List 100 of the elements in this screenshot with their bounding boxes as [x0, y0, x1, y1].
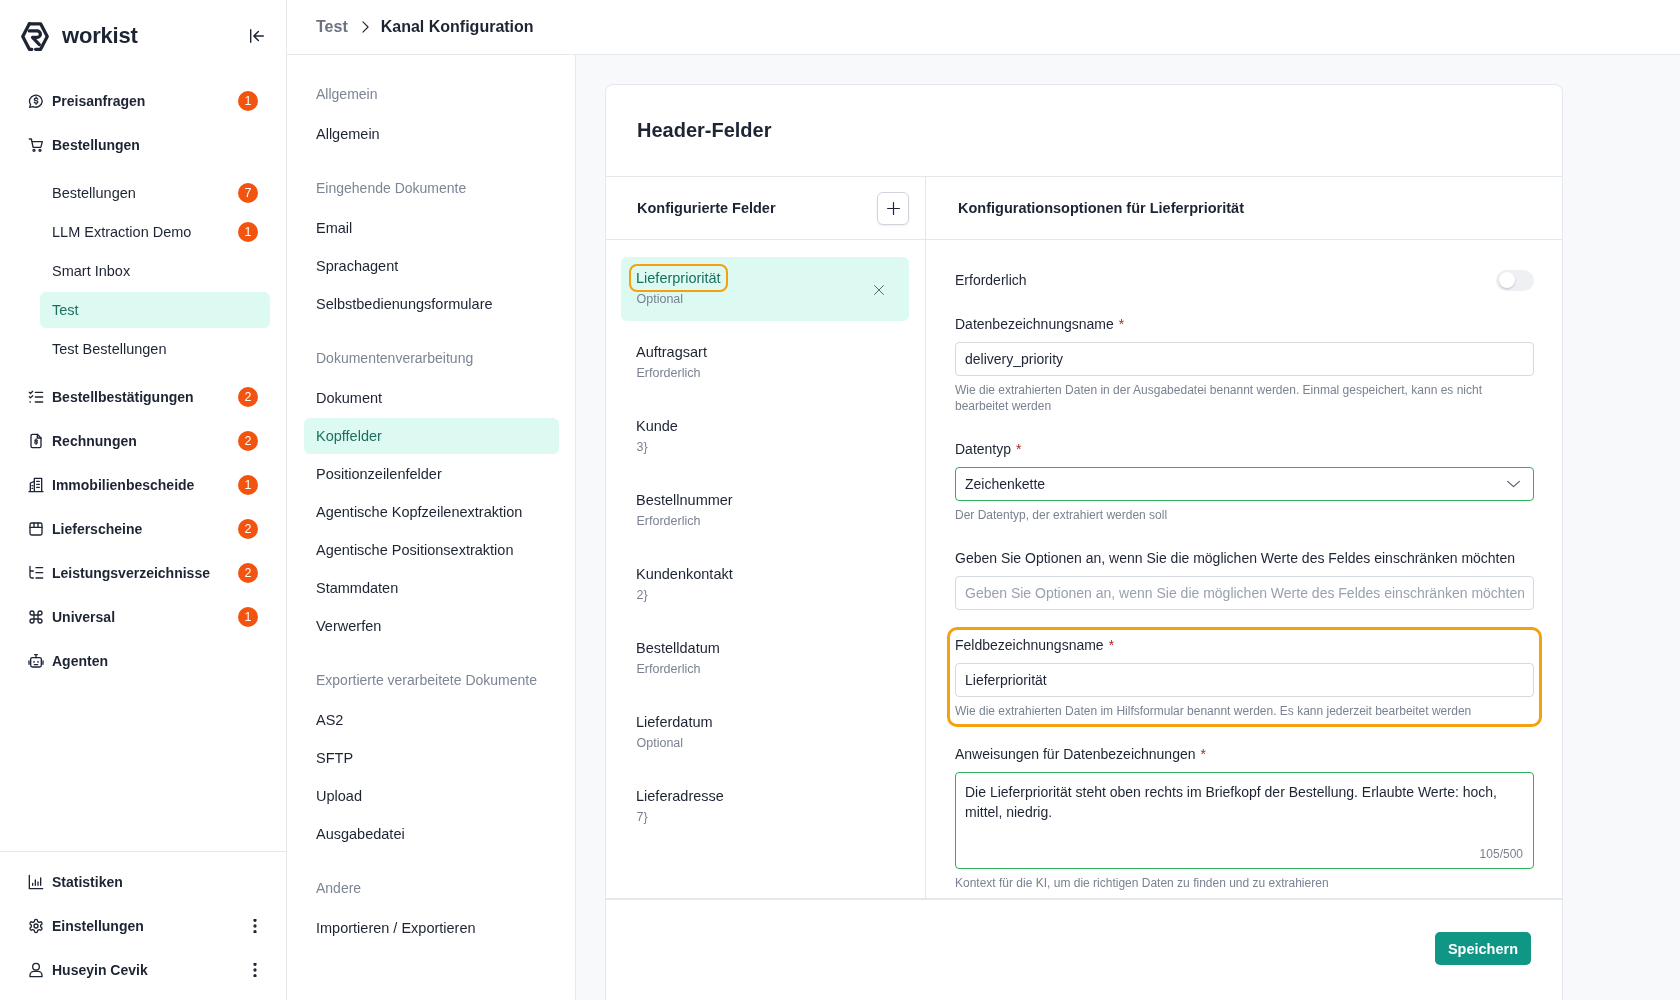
count-badge: 2	[238, 563, 258, 583]
section-heading: Allgemein	[315, 85, 379, 104]
toggle-switch[interactable]	[1496, 269, 1534, 291]
package-icon	[28, 521, 44, 537]
required-asterisk: *	[1200, 745, 1206, 764]
sidebar-subitem[interactable]: LLM Extraction Demo 1	[40, 214, 270, 250]
sidebar-item[interactable]: Rechnungen 2	[24, 419, 270, 463]
field-list-item[interactable]: Kunde 3}	[621, 405, 909, 469]
field-list-item[interactable]: Bestellnummer Erforderlich	[621, 479, 909, 543]
command-key-icon	[28, 609, 44, 625]
text-field[interactable]: Geben Sie Optionen an, wenn Sie die möglichen Werte des Feldes einschränken möchten	[955, 576, 1534, 610]
textarea-field[interactable]: Die Lieferpriorität steht oben rechts im Briefkopf der Bestellung. Erlaubte Werte: hoch, mittel, niedrig. 105/500	[955, 772, 1534, 869]
settings-nav-item[interactable]: Verwerfen	[304, 608, 559, 644]
count-badge: 2	[238, 519, 258, 539]
count-badge: 7	[238, 183, 258, 203]
brand-name: workist	[62, 23, 138, 49]
save-button[interactable]: Speichern	[1434, 932, 1531, 965]
plus-icon	[886, 201, 900, 215]
breadcrumb-current: Kanal Konfiguration	[380, 18, 534, 36]
field-list-item[interactable]: Lieferadresse 7}	[621, 775, 909, 839]
close-icon[interactable]	[874, 285, 884, 295]
help-text: Der Datentyp, der extrahiert werden soll	[955, 507, 1169, 523]
character-counter: 105/500	[1479, 846, 1523, 862]
sidebar-subitem[interactable]: Test	[40, 292, 270, 328]
field-status: 7}	[636, 809, 648, 825]
field-status: 3}	[636, 439, 648, 455]
settings-nav-item[interactable]: Ausgabedatei	[304, 816, 559, 852]
field-status: Optional	[636, 735, 684, 751]
settings-nav-item[interactable]: Agentische Kopfzeilenextraktion	[304, 494, 559, 530]
required-asterisk: *	[1108, 636, 1115, 655]
document-dollar-icon	[28, 433, 44, 449]
settings-nav-item[interactable]: Stammdaten	[304, 570, 559, 606]
field-name: Bestelldatum	[635, 639, 721, 658]
sidebar-item[interactable]: Bestellbestätigungen 2	[24, 375, 270, 419]
settings-nav-item[interactable]: Allgemein	[304, 116, 559, 152]
breadcrumb-link[interactable]: Test	[316, 18, 348, 36]
field-label: Anweisungen für Datenbezeichnungen	[955, 745, 1196, 764]
settings-nav-item[interactable]: Dokument	[304, 380, 559, 416]
field-status: Erforderlich	[636, 661, 701, 677]
collapse-sidebar-icon[interactable]	[250, 29, 264, 43]
add-field-button[interactable]	[877, 191, 909, 225]
field-name: Lieferpriorität	[629, 264, 728, 292]
settings-nav-item[interactable]: Upload	[304, 778, 559, 814]
sidebar-item[interactable]: Einstellungen	[24, 904, 253, 948]
sidebar-subitem[interactable]: Bestellungen 7	[40, 175, 270, 211]
panel-title: Konfigurationsoptionen für Lieferpriorität	[958, 200, 1244, 216]
field-label: Erforderlich	[955, 271, 1027, 290]
kebab-menu-icon[interactable]	[253, 919, 257, 933]
count-badge: 1	[238, 607, 258, 627]
sidebar-subitem[interactable]: Smart Inbox	[40, 253, 270, 289]
field-status: Optional	[636, 291, 684, 307]
settings-nav-item[interactable]: Sprachagent	[304, 248, 559, 284]
sidebar-item[interactable]: Leistungsverzeichnisse 2	[24, 551, 270, 595]
settings-nav-item[interactable]: Importieren / Exportieren	[304, 910, 559, 946]
sidebar-item[interactable]: Immobilienbescheide 1	[24, 463, 270, 507]
logo-icon	[20, 20, 50, 52]
indented-list-icon	[28, 565, 44, 581]
user-icon	[28, 962, 44, 978]
settings-nav-item[interactable]: AS2	[304, 702, 559, 738]
text-field[interactable]: Lieferpriorität	[955, 663, 1534, 697]
sidebar-subitem[interactable]: Test Bestellungen	[40, 331, 270, 367]
chevron-down-icon	[1507, 480, 1520, 488]
sidebar-item[interactable]: Lieferscheine 2	[24, 507, 270, 551]
count-badge: 1	[238, 91, 258, 111]
chevron-right-icon	[361, 21, 369, 33]
required-asterisk: *	[1118, 315, 1125, 334]
field-list-item[interactable]: Lieferpriorität Optional	[621, 257, 909, 321]
sidebar-item[interactable]: Statistiken	[24, 860, 270, 904]
settings-nav-item[interactable]: Email	[304, 210, 559, 246]
bar-chart-icon	[28, 874, 44, 890]
field-list-item[interactable]: Bestelldatum Erforderlich	[621, 627, 909, 691]
kebab-menu-icon[interactable]	[253, 963, 257, 977]
sidebar-item[interactable]: Huseyin Cevik	[24, 948, 253, 992]
sidebar-item[interactable]: Bestellungen	[24, 123, 270, 167]
field-name: Kundenkontakt	[635, 565, 734, 584]
count-badge: 2	[238, 431, 258, 451]
sidebar-item[interactable]: Preisanfragen 1	[24, 79, 270, 123]
card-title: Header-Felder	[637, 119, 772, 142]
sidebar-item[interactable]: Universal 1	[24, 595, 270, 639]
settings-nav-item[interactable]: Positionzeilenfelder	[304, 456, 559, 492]
field-list-item[interactable]: Auftragsart Erforderlich	[621, 331, 909, 395]
panel-title: Konfigurierte Felder	[637, 200, 776, 216]
robot-icon	[28, 653, 44, 669]
checklist-icon	[28, 389, 44, 405]
settings-nav-item[interactable]: Agentische Positionsextraktion	[304, 532, 559, 568]
dropdown[interactable]: Zeichenkette	[955, 467, 1534, 501]
field-status: 2}	[636, 587, 648, 603]
field-list-item[interactable]: Kundenkontakt 2}	[621, 553, 909, 617]
settings-icon	[28, 918, 44, 934]
help-text: Wie die extrahierten Daten im Hilfsformular benannt werden. Es kann jederzeit bearbeitet werden	[955, 703, 1473, 719]
field-label: Datenbezeichnungsname	[955, 315, 1114, 334]
field-label: Geben Sie Optionen an, wenn Sie die möglichen Werte des Feldes einschränken möchten	[955, 549, 1516, 568]
section-heading: Dokumentenverarbeitung	[315, 349, 475, 368]
sidebar-item[interactable]: Agenten	[24, 639, 270, 683]
text-field[interactable]: delivery_priority	[955, 342, 1534, 376]
help-text: Kontext für die KI, um die richtigen Daten zu finden und zu extrahieren	[955, 875, 1330, 891]
settings-nav-item[interactable]: Kopffelder	[304, 418, 559, 454]
settings-nav-item[interactable]: SFTP	[304, 740, 559, 776]
field-list-item[interactable]: Lieferdatum Optional	[621, 701, 909, 765]
settings-nav-item[interactable]: Selbstbedienungsformulare	[304, 286, 559, 322]
